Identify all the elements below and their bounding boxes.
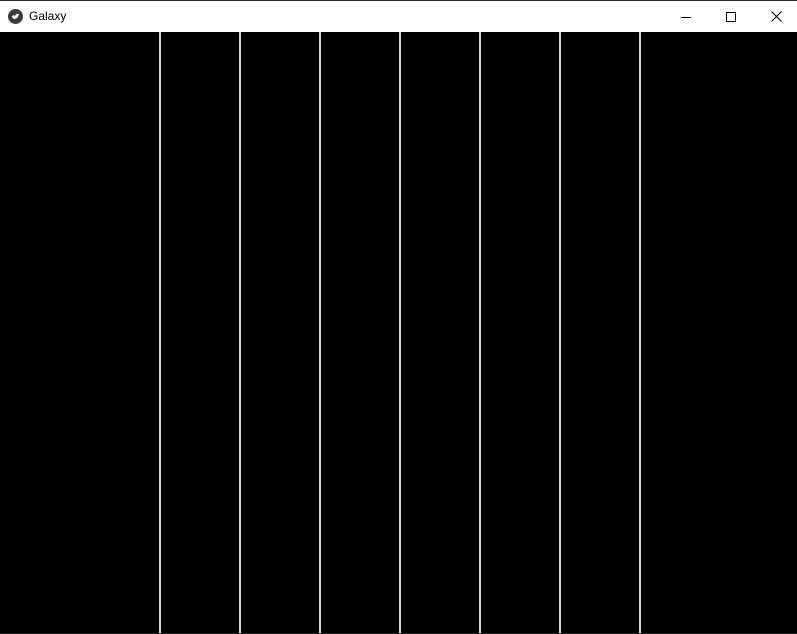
close-button[interactable] [753,1,797,32]
window-title: Galaxy [29,9,67,23]
close-icon [770,11,782,22]
vertical-grid-lines [159,32,641,633]
kivy-logo-icon [8,9,23,24]
title-bar[interactable]: Galaxy [0,1,797,32]
maximize-icon [726,11,736,22]
minimize-button[interactable] [663,1,709,32]
maximize-button[interactable] [708,1,754,32]
app-window: Galaxy [0,0,797,634]
game-canvas[interactable] [0,32,797,633]
minimize-icon [681,12,691,22]
